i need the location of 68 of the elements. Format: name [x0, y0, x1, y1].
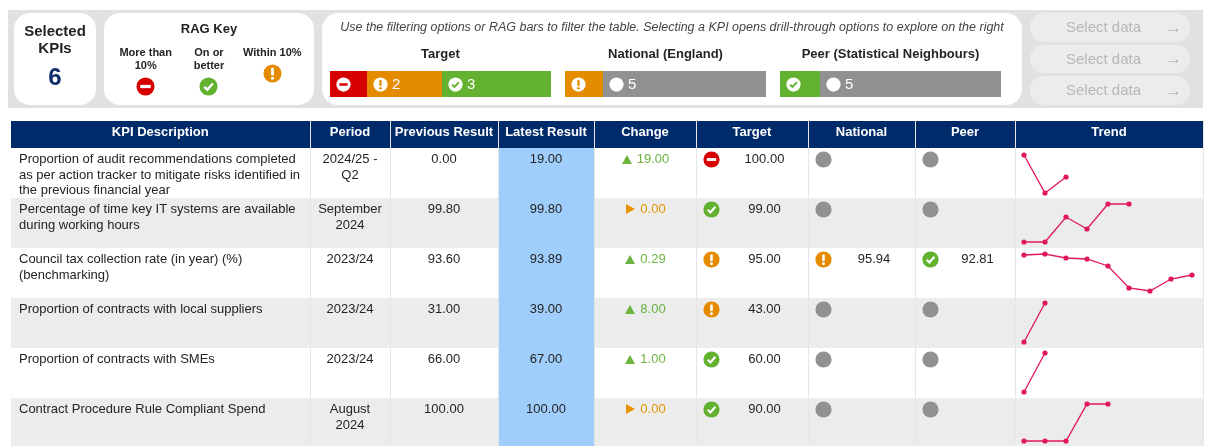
column-header: Latest Result	[498, 121, 594, 148]
kpi-description: Proportion of contracts with local suppliers	[19, 301, 263, 316]
rag-key-title: RAG Key	[180, 20, 238, 38]
rag-bar-segment[interactable]: 5	[603, 71, 766, 98]
change-value: 0.29	[640, 251, 666, 267]
kpi-description: Council tax collection rate (in year) (%) (benchmarking)	[19, 251, 243, 282]
period-text: 2023/24	[326, 301, 374, 316]
rag-key-label: More than 10%	[118, 45, 173, 72]
rag-bar-title: Target	[421, 44, 460, 63]
result-value: 19.00	[529, 151, 563, 166]
result-value: 92.81	[960, 251, 995, 267]
column-header: Target	[696, 121, 808, 148]
result-value: 99.80	[529, 201, 563, 216]
column-header: KPI Description	[11, 121, 310, 148]
kpi-description: Proportion of contracts with SMEs	[19, 351, 215, 366]
period-text: 2024/25 - Q2	[322, 151, 378, 182]
column-header: Peer	[915, 121, 1015, 148]
column-header: National	[808, 121, 915, 148]
change-value: 0.00	[640, 201, 666, 217]
result-value: 93.89	[529, 251, 563, 266]
result-value: 67.00	[529, 351, 563, 366]
period-text: 2023/24	[326, 251, 374, 266]
kpi-description: Proportion of audit recommendations completed as per action tracker to mitigate risks identified in the previous financial year	[19, 151, 301, 198]
segment-count: 2	[392, 74, 401, 94]
kpi-count-value: 6	[48, 61, 62, 92]
rag-bar-segment[interactable]: 3	[442, 71, 551, 98]
change-value: 1.00	[640, 351, 666, 367]
result-value: 99.00	[747, 201, 782, 217]
arrow-icon: →	[1165, 14, 1182, 41]
rag-bar-title: Peer (Statistical Neighbours)	[801, 44, 980, 63]
period-text: 2023/24	[326, 351, 374, 366]
result-value: 93.60	[427, 251, 461, 266]
result-value: 0.00	[431, 151, 457, 166]
result-value: 66.00	[427, 351, 461, 366]
rag-bar-title: National (England)	[608, 44, 723, 63]
result-value: 60.00	[747, 351, 782, 367]
rag-bar-segment[interactable]: 5	[820, 71, 1001, 98]
rag-key-label: On or better	[192, 45, 226, 72]
rag-bar-segment[interactable]: 2	[367, 71, 442, 98]
column-header: Change	[594, 121, 696, 148]
change-value: 0.00	[640, 401, 666, 417]
change-value: 8.00	[640, 301, 666, 317]
result-value: 31.00	[427, 301, 461, 316]
column-header: Previous Result	[390, 121, 498, 148]
segment-count: 5	[845, 74, 854, 94]
kpi-description: Contract Procedure Rule Compliant Spend	[19, 401, 266, 416]
result-value: 100.00	[424, 401, 464, 416]
period-text: August 2024	[329, 401, 371, 432]
column-header: Period	[310, 121, 390, 148]
column-header: Trend	[1015, 121, 1203, 148]
period-text: September 2024	[318, 201, 382, 232]
segment-count: 5	[628, 74, 637, 94]
result-value: 100.00	[526, 401, 566, 416]
arrow-icon: →	[1165, 46, 1182, 72]
result-value: 39.00	[529, 301, 563, 316]
result-value: 95.00	[747, 251, 782, 267]
result-value: 90.00	[747, 401, 782, 417]
segment-count: 3	[467, 74, 476, 94]
kpi-count-label: Selected KPIs	[23, 22, 87, 57]
filter-hint: Use the filtering options or RAG bars to filter the table. Selecting a KPI opens drill-through options to explore on the right	[339, 19, 1005, 36]
arrow-icon: →	[1165, 77, 1182, 104]
result-value: 100.00	[743, 151, 786, 167]
result-value: 43.00	[747, 301, 782, 317]
change-value: 19.00	[636, 151, 670, 167]
rag-key-label: Within 10%	[242, 45, 303, 59]
kpi-description: Percentage of time key IT systems are available during working hours	[19, 201, 296, 232]
result-value: 95.94	[856, 251, 892, 267]
result-value: 99.80	[427, 201, 461, 216]
